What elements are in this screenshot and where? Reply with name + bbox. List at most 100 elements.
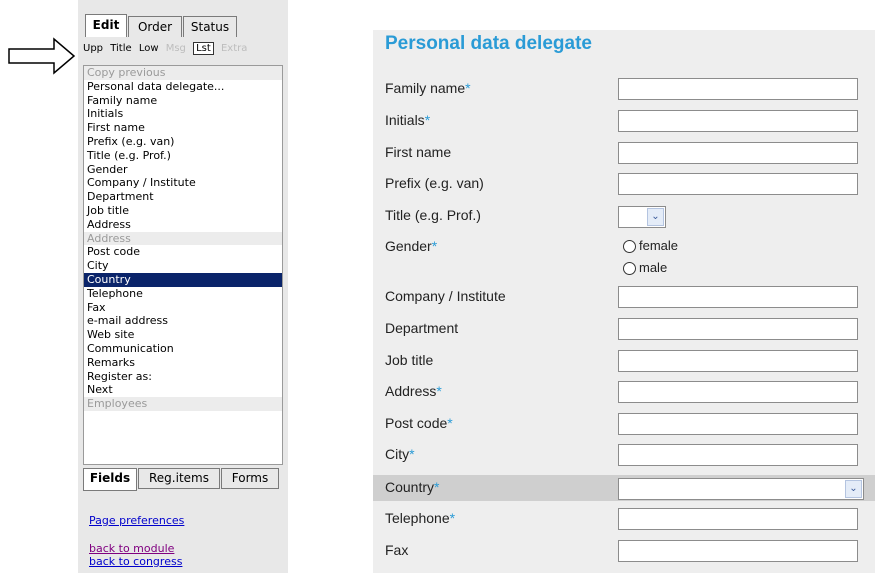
job-title-label: Job title: [385, 352, 433, 368]
fax-input[interactable]: [618, 540, 858, 562]
lst-button[interactable]: Lst: [193, 42, 214, 55]
form-title: Personal data delegate: [385, 33, 592, 54]
city-label-text: City: [385, 446, 410, 462]
department-input[interactable]: [618, 318, 858, 340]
department-label-text: Department: [385, 320, 459, 336]
list-item: Address: [84, 231, 282, 246]
gender-label-text: Gender: [385, 238, 432, 254]
field-editor-panel: Edit Order Status Upp Title Low Msg Lst …: [78, 0, 288, 573]
required-marker: *: [447, 415, 453, 431]
back-to-module-link[interactable]: back to module: [89, 542, 174, 555]
upp-button[interactable]: Upp: [83, 43, 103, 54]
list-item[interactable]: Register as:: [84, 370, 282, 384]
form-preview: Personal data delegate Family name* Initi…: [373, 30, 875, 573]
list-item[interactable]: Country: [84, 272, 282, 287]
tab-reg-items[interactable]: Reg.items: [138, 468, 220, 489]
initials-input[interactable]: [618, 110, 858, 132]
tab-status[interactable]: Status: [183, 16, 237, 37]
required-marker: *: [465, 80, 471, 96]
radio-female-label: female: [639, 238, 679, 253]
country-select[interactable]: ⌄: [618, 478, 864, 500]
list-item[interactable]: Communication: [84, 342, 282, 356]
post-code-label-text: Post code: [385, 415, 448, 431]
list-item[interactable]: Address: [84, 218, 282, 232]
address-label-text: Address: [385, 383, 437, 399]
job-title-label-text: Job title: [385, 352, 434, 368]
list-item[interactable]: Initials: [84, 107, 282, 121]
radio-female[interactable]: [623, 240, 636, 253]
city-label: City*: [385, 446, 415, 462]
first-name-label-text: First name: [385, 144, 452, 160]
required-marker: *: [449, 510, 456, 526]
city-input[interactable]: [618, 444, 858, 466]
first-name-label: First name: [385, 144, 451, 160]
tab-forms[interactable]: Forms: [221, 468, 279, 489]
tab-order[interactable]: Order: [128, 16, 182, 37]
prefix-e-g-van-input[interactable]: [618, 173, 858, 195]
list-item[interactable]: Gender: [84, 163, 282, 177]
list-item[interactable]: Web site: [84, 328, 282, 342]
country-label-text: Country: [385, 479, 435, 495]
list-item[interactable]: Title (e.g. Prof.): [84, 149, 282, 163]
list-item[interactable]: First name: [84, 121, 282, 135]
field-list[interactable]: Copy previous Personal data delegate... Fa…: [83, 65, 283, 465]
list-item[interactable]: e-mail address: [84, 314, 282, 328]
list-item[interactable]: Remarks: [84, 356, 282, 370]
list-item[interactable]: Personal data delegate...: [84, 80, 282, 94]
address-label: Address*: [385, 383, 442, 399]
company-institute-label: Company / Institute: [385, 288, 506, 304]
list-item[interactable]: Telephone: [84, 287, 282, 301]
telephone-label: Telephone*: [385, 510, 455, 526]
arrow-pointer-icon: [8, 37, 76, 75]
initials-label-text: Initials: [385, 112, 425, 128]
fax-label: Fax: [385, 542, 408, 558]
radio-male[interactable]: [623, 262, 636, 275]
required-marker: *: [434, 479, 440, 495]
family-name-input[interactable]: [618, 78, 858, 100]
title-e-g-prof-select[interactable]: ⌄: [618, 206, 666, 228]
list-item[interactable]: Job title: [84, 204, 282, 218]
post-code-label: Post code*: [385, 415, 453, 431]
list-item[interactable]: Fax: [84, 301, 282, 315]
list-item[interactable]: Post code: [84, 245, 282, 259]
list-item[interactable]: Department: [84, 190, 282, 204]
required-marker: *: [409, 446, 415, 462]
list-item[interactable]: Company / Institute: [84, 176, 282, 190]
tab-fields[interactable]: Fields: [83, 468, 137, 491]
job-title-input[interactable]: [618, 350, 858, 372]
msg-button[interactable]: Msg: [166, 43, 186, 54]
telephone-input[interactable]: [618, 508, 858, 530]
title-button[interactable]: Title: [110, 43, 131, 54]
company-institute-label-text: Company / Institute: [385, 288, 506, 304]
initials-label: Initials*: [385, 112, 430, 128]
list-item: Copy previous: [84, 66, 282, 80]
radio-male-label: male: [639, 260, 668, 275]
prefix-e-g-van-label-text: Prefix (e.g. van): [385, 175, 484, 191]
list-item[interactable]: City: [84, 259, 282, 273]
fax-label-text: Fax: [385, 542, 409, 558]
extra-button[interactable]: Extra: [221, 43, 247, 54]
toolbar: Upp Title Low Msg Lst Extra: [83, 41, 251, 57]
post-code-input[interactable]: [618, 413, 858, 435]
chevron-down-icon[interactable]: ⌄: [647, 208, 664, 226]
page-preferences-link[interactable]: Page preferences: [89, 514, 184, 527]
list-item[interactable]: Next: [84, 383, 282, 397]
back-to-congress-link[interactable]: back to congress: [89, 555, 182, 568]
required-marker: *: [436, 383, 442, 399]
chevron-down-icon[interactable]: ⌄: [845, 480, 862, 498]
title-e-g-prof-label: Title (e.g. Prof.): [385, 207, 481, 223]
low-button[interactable]: Low: [139, 43, 159, 54]
department-label: Department: [385, 320, 458, 336]
company-institute-input[interactable]: [618, 286, 858, 308]
country-label: Country*: [385, 479, 439, 495]
first-name-input[interactable]: [618, 142, 858, 164]
tab-edit[interactable]: Edit: [85, 14, 127, 37]
list-item[interactable]: Family name: [84, 94, 282, 108]
list-item[interactable]: Prefix (e.g. van): [84, 135, 282, 149]
required-marker: *: [424, 112, 431, 128]
family-name-label-text: Family name: [385, 80, 466, 96]
required-marker: *: [431, 238, 438, 254]
gender-label: Gender*: [385, 238, 437, 254]
telephone-label-text: Telephone: [385, 510, 450, 526]
address-input[interactable]: [618, 381, 858, 403]
